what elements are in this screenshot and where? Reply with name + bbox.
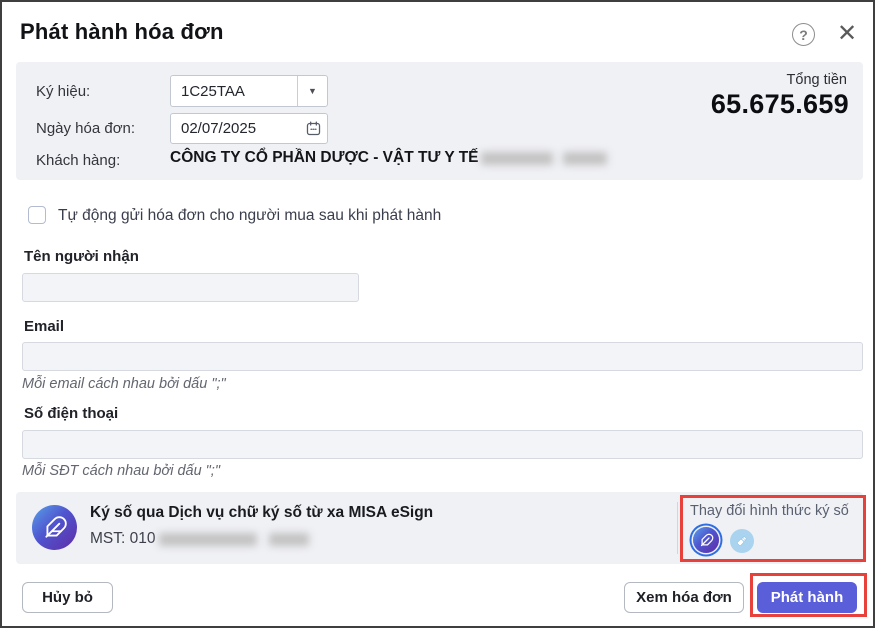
invoice-summary-panel: Ký hiệu: 1C25TAA ▼ Ngày hóa đơn: 02/07/2… <box>16 62 863 180</box>
dialog-title: Phát hành hóa đơn <box>20 19 224 44</box>
redacted-text <box>562 151 607 165</box>
recipient-name-input[interactable] <box>22 273 359 302</box>
serial-label: Ký hiệu: <box>36 83 91 100</box>
invoice-date-value: 02/07/2025 <box>181 120 257 137</box>
redacted-text <box>269 532 310 546</box>
email-input[interactable] <box>22 342 863 371</box>
redacted-text <box>159 532 258 546</box>
serial-value: 1C25TAA <box>181 82 245 100</box>
auto-send-checkbox-label: Tự động gửi hóa đơn cho người mua sau kh… <box>58 207 442 224</box>
issue-invoice-dialog: Phát hành hóa đơn ? ✕ Ký hiệu: 1C25TAA ▼… <box>0 0 875 628</box>
sign-method-usb-token-icon[interactable] <box>730 529 754 553</box>
calendar-icon[interactable] <box>299 120 327 137</box>
email-label: Email <box>24 318 65 335</box>
total-amount-label: Tổng tiền <box>786 72 847 88</box>
esign-feather-icon <box>32 505 77 550</box>
help-icon[interactable]: ? <box>792 23 815 46</box>
close-icon[interactable]: ✕ <box>834 21 860 47</box>
esign-panel: Ký số qua Dịch vụ chữ ký số từ xa MISA e… <box>16 492 863 564</box>
view-invoice-button[interactable]: Xem hóa đơn <box>624 582 744 613</box>
customer-label: Khách hàng: <box>36 152 121 169</box>
cancel-button[interactable]: Hủy bỏ <box>22 582 113 613</box>
customer-name: CÔNG TY CỔ PHẦN DƯỢC - VẬT TƯ Y TẾ <box>170 149 607 167</box>
invoice-date-input[interactable]: 02/07/2025 <box>170 113 328 144</box>
esign-title: Ký số qua Dịch vụ chữ ký số từ xa MISA e… <box>90 504 434 521</box>
email-hint: Mỗi email cách nhau bởi dấu ";" <box>22 376 226 392</box>
change-sign-method-label: Thay đổi hình thức ký số <box>690 503 849 519</box>
recipient-name-label: Tên người nhận <box>24 248 139 265</box>
redacted-text <box>480 151 553 165</box>
auto-send-checkbox[interactable] <box>28 206 46 224</box>
phone-label: Số điện thoại <box>24 405 119 422</box>
phone-hint: Mỗi SĐT cách nhau bởi dấu ";" <box>22 463 220 479</box>
divider <box>677 502 678 554</box>
phone-input[interactable] <box>22 430 863 459</box>
invoice-date-label: Ngày hóa đơn: <box>36 120 136 137</box>
total-amount-value: 65.675.659 <box>710 89 849 119</box>
chevron-down-icon[interactable]: ▼ <box>297 76 327 106</box>
serial-select[interactable]: 1C25TAA ▼ <box>170 75 328 107</box>
publish-button[interactable]: Phát hành <box>757 582 857 613</box>
sign-method-esign-icon[interactable] <box>693 527 719 553</box>
esign-mst: MST: 010 <box>90 530 310 548</box>
